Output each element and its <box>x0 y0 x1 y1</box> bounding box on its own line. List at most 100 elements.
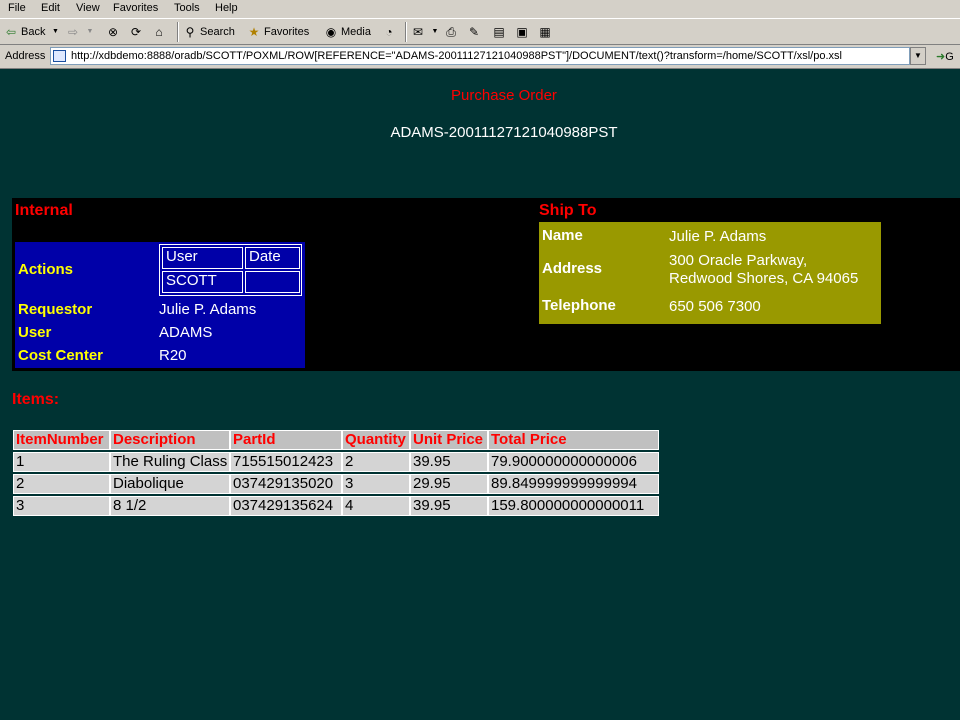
media-icon: ◉ <box>325 25 337 39</box>
ship-address-line2: Redwood Shores, CA 94065 <box>669 270 859 287</box>
search-icon: ⚲ <box>185 25 195 39</box>
media-button[interactable]: ◉ Media <box>324 22 371 42</box>
table-cell: 4 <box>342 496 410 516</box>
user-label: User <box>18 324 52 341</box>
table-cell: 1 <box>13 452 110 472</box>
table-cell: 037429135020 <box>230 474 342 494</box>
history-icon: ◔ <box>385 25 393 39</box>
stop-icon: ⊗ <box>107 25 119 39</box>
search-label: Search <box>200 26 235 38</box>
chevron-down-icon: ▼ <box>914 51 922 60</box>
address-dropdown-button[interactable]: ▼ <box>910 47 926 65</box>
forward-dropdown-icon[interactable]: ▼ <box>83 25 97 39</box>
favorites-icon: ★ <box>248 25 260 39</box>
mail-button[interactable]: ✉ ▼ <box>411 22 442 42</box>
page-title: Purchase Order <box>451 87 557 104</box>
user-value: ADAMS <box>159 324 213 341</box>
go-arrow-icon: ➜ <box>936 51 946 63</box>
menu-view[interactable]: View <box>76 2 100 14</box>
requestor-label: Requestor <box>18 301 93 318</box>
internal-heading: Internal <box>15 202 73 219</box>
ship-address-line1: 300 Oracle Parkway, <box>669 252 808 269</box>
print-button[interactable]: ⎙ <box>444 22 458 42</box>
go-label: G <box>945 51 954 63</box>
menu-edit[interactable]: Edit <box>41 2 60 14</box>
media-label: Media <box>341 26 371 38</box>
edit-button[interactable]: ✎ <box>467 22 481 42</box>
address-label: Address <box>5 50 46 62</box>
forward-button[interactable]: ⇨ ▼ <box>66 22 97 42</box>
forward-arrow-icon: ⇨ <box>67 25 79 39</box>
back-arrow-icon: ⇦ <box>5 25 17 39</box>
table-cell: The Ruling Class <box>110 452 230 472</box>
table-cell: 2 <box>13 474 110 494</box>
table-cell: 2 <box>342 452 410 472</box>
toolbar-divider <box>177 22 179 42</box>
research-button[interactable]: ▣ <box>515 22 529 42</box>
table-cell: 79.900000000000006 <box>488 452 659 472</box>
refresh-icon: ⟳ <box>130 25 142 39</box>
print-icon: ⎙ <box>446 25 456 39</box>
table-cell: 715515012423 <box>230 452 342 472</box>
search-button[interactable]: ⚲ Search <box>183 22 235 42</box>
actions-label: Actions <box>18 261 74 278</box>
menu-help[interactable]: Help <box>215 2 238 14</box>
history-button[interactable]: ◔ <box>382 22 396 42</box>
table-cell: 8 1/2 <box>110 496 230 516</box>
discuss-icon: ▤ <box>493 25 505 39</box>
table-cell: Diabolique <box>110 474 230 494</box>
back-label: Back <box>21 26 46 38</box>
table-cell: 39.95 <box>410 496 488 516</box>
ship-name-value: Julie P. Adams <box>669 228 767 245</box>
mail-dropdown-icon[interactable]: ▼ <box>428 25 442 39</box>
col-header-unit-price: Unit Price <box>410 430 488 450</box>
home-icon: ⌂ <box>155 25 163 39</box>
table-cell: 037429135624 <box>230 496 342 516</box>
stop-button[interactable]: ⊗ <box>106 22 120 42</box>
actions-cell-date <box>245 271 300 293</box>
col-header-part-id: PartId <box>230 430 342 450</box>
refresh-button[interactable]: ⟳ <box>129 22 143 42</box>
address-bar: Address http://xdbdemo:8888/oradb/SCOTT/… <box>0 45 960 69</box>
back-dropdown-icon[interactable]: ▼ <box>48 25 62 39</box>
messenger-icon: ▦ <box>539 25 551 39</box>
po-reference: ADAMS-20011127121040988PST <box>390 124 618 141</box>
menu-favorites[interactable]: Favorites <box>113 2 158 14</box>
col-header-description: Description <box>110 430 230 450</box>
table-cell: 89.849999999999994 <box>488 474 659 494</box>
address-input[interactable]: http://xdbdemo:8888/oradb/SCOTT/POXML/RO… <box>50 47 910 65</box>
actions-header-user: User <box>162 247 243 269</box>
cost-center-value: R20 <box>159 347 187 364</box>
messenger-button[interactable]: ▦ <box>538 22 552 42</box>
home-button[interactable]: ⌂ <box>152 22 166 42</box>
favorites-button[interactable]: ★ Favorites <box>247 22 310 42</box>
ship-telephone-value: 650 506 7300 <box>669 298 761 315</box>
mail-icon: ✉ <box>412 25 424 39</box>
table-cell: 3 <box>342 474 410 494</box>
address-url[interactable]: http://xdbdemo:8888/oradb/SCOTT/POXML/RO… <box>71 50 842 62</box>
table-cell: 159.800000000000011 <box>488 496 659 516</box>
items-heading: Items: <box>12 391 60 408</box>
col-header-total-price: Total Price <box>488 430 659 450</box>
actions-header-date: Date <box>245 247 300 269</box>
discuss-button[interactable]: ▤ <box>492 22 506 42</box>
table-cell: 3 <box>13 496 110 516</box>
col-header-item-number: ItemNumber <box>13 430 110 450</box>
ship-name-label: Name <box>542 227 583 244</box>
col-header-quantity: Quantity <box>342 430 410 450</box>
menu-tools[interactable]: Tools <box>174 2 200 14</box>
menu-bar: File Edit View Favorites Tools Help <box>0 0 960 18</box>
table-cell: 29.95 <box>410 474 488 494</box>
page-icon <box>53 50 66 62</box>
table-cell: 39.95 <box>410 452 488 472</box>
toolbar: ⇦ Back ▼ ⇨ ▼ ⊗ ⟳ ⌂ ⚲ Search ★ Favorites … <box>0 18 960 45</box>
actions-table: User Date SCOTT <box>159 244 302 296</box>
ship-address-label: Address <box>542 260 603 277</box>
back-button[interactable]: ⇦ Back ▼ <box>4 22 62 42</box>
go-button[interactable]: ➜G <box>936 50 954 63</box>
toolbar-divider <box>405 22 407 42</box>
favorites-label: Favorites <box>264 26 310 38</box>
menu-file[interactable]: File <box>8 2 26 14</box>
ship-telephone-label: Telephone <box>542 297 616 314</box>
actions-cell-user: SCOTT <box>162 271 243 293</box>
